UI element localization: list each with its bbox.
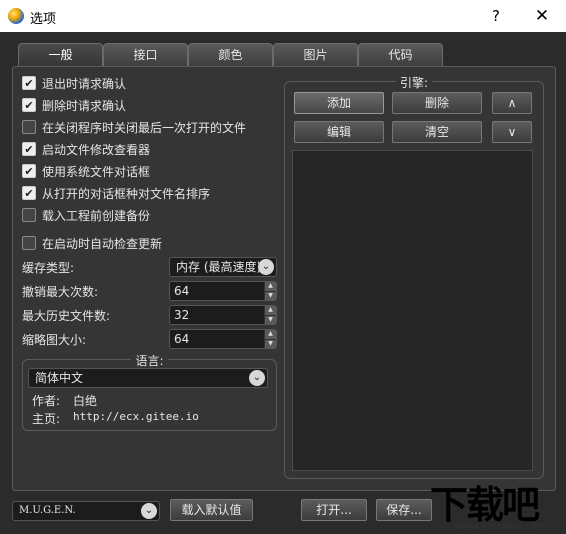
thumbnail-size-label: 缩略图大小: <box>22 333 87 347</box>
undo-max-value: 64 <box>174 284 190 298</box>
engine-list[interactable] <box>292 150 533 471</box>
save-button[interactable]: 保存... <box>376 499 432 521</box>
watermark: 下载吧 www.xiazaiba.com <box>430 474 566 534</box>
history-max-spinbox[interactable]: 32 ▲ ▼ <box>169 305 277 325</box>
homepage-label: 主页: <box>32 412 61 426</box>
load-defaults-button[interactable]: 载入默认值 <box>170 499 253 521</box>
checkbox-checked-icon[interactable]: ✔ <box>22 186 36 200</box>
chevron-down-icon[interactable]: ⌄ <box>258 259 274 275</box>
open-button[interactable]: 打开... <box>301 499 367 521</box>
chevron-down-icon[interactable]: ⌄ <box>141 503 157 519</box>
spin-up-icon[interactable]: ▲ <box>264 330 276 339</box>
checkbox-unchecked-icon[interactable] <box>22 236 36 250</box>
author-label: 作者: <box>32 394 61 408</box>
spin-up-icon[interactable]: ▲ <box>264 282 276 291</box>
option-confirm-delete[interactable]: ✔ 删除时请求确认 <box>22 96 126 114</box>
author-value: 白绝 <box>73 394 98 408</box>
spin-down-icon[interactable]: ▼ <box>264 314 276 324</box>
option-label: 使用系统文件对话框 <box>42 164 151 179</box>
checkbox-checked-icon[interactable]: ✔ <box>22 164 36 178</box>
cache-type-value: 内存 (最高速度) <box>176 260 262 274</box>
cache-type-label: 缓存类型: <box>22 261 75 275</box>
watermark-url: www.xiazaiba.com <box>454 521 547 532</box>
option-sort-filenames[interactable]: ✔ 从打开的对话框种对文件名排序 <box>22 184 210 202</box>
engine-delete-button[interactable]: 删除 <box>392 92 482 114</box>
spin-up-icon[interactable]: ▲ <box>264 306 276 315</box>
title-bar: 选项 ? ✕ <box>0 0 566 32</box>
undo-max-spinbox[interactable]: 64 ▲ ▼ <box>169 281 277 301</box>
option-label: 从打开的对话框种对文件名排序 <box>42 186 211 201</box>
checkbox-unchecked-icon[interactable] <box>22 208 36 222</box>
help-button[interactable]: ? <box>482 4 510 28</box>
checkbox-checked-icon[interactable]: ✔ <box>22 76 36 90</box>
checkbox-unchecked-icon[interactable] <box>22 120 36 134</box>
tab-code[interactable]: 代码 <box>358 43 443 66</box>
option-backup-before-load[interactable]: 载入工程前创建备份 <box>22 206 150 224</box>
spin-down-icon[interactable]: ▼ <box>264 338 276 348</box>
language-value: 简体中文 <box>35 371 84 385</box>
history-max-value: 32 <box>174 308 190 322</box>
language-select[interactable]: 简体中文 ⌄ <box>28 368 268 388</box>
history-max-label: 最大历史文件数: <box>22 309 111 323</box>
option-auto-update[interactable]: 在启动时自动检查更新 <box>22 234 162 252</box>
close-button[interactable]: ✕ <box>526 4 558 28</box>
language-title: 语言: <box>131 354 168 368</box>
app-logo-icon <box>8 8 24 24</box>
cache-type-select[interactable]: 内存 (最高速度) ⌄ <box>169 257 277 277</box>
spin-down-icon[interactable]: ▼ <box>264 290 276 300</box>
option-confirm-exit[interactable]: ✔ 退出时请求确认 <box>22 74 126 92</box>
option-close-last-file[interactable]: 在关闭程序时关闭最后一次打开的文件 <box>22 118 246 136</box>
tab-interface[interactable]: 接口 <box>103 43 188 66</box>
undo-max-label: 撤销最大次数: <box>22 285 99 299</box>
engine-edit-button[interactable]: 编辑 <box>294 121 384 143</box>
chevron-down-icon[interactable]: ⌄ <box>249 370 265 386</box>
checkbox-checked-icon[interactable]: ✔ <box>22 98 36 112</box>
engine-move-down-button[interactable]: ∨ <box>492 121 532 143</box>
tab-general[interactable]: 一般 <box>18 43 103 67</box>
tab-images[interactable]: 图片 <box>273 43 358 66</box>
engine-title: 引擎: <box>395 76 433 90</box>
engine-clear-button[interactable]: 清空 <box>392 121 482 143</box>
option-file-watcher[interactable]: ✔ 启动文件修改查看器 <box>22 140 150 158</box>
engine-move-up-button[interactable]: ∧ <box>492 92 532 114</box>
tab-colors[interactable]: 颜色 <box>188 43 273 66</box>
option-system-dialog[interactable]: ✔ 使用系统文件对话框 <box>22 162 150 180</box>
option-label: 载入工程前创建备份 <box>42 208 151 223</box>
option-label: 在关闭程序时关闭最后一次打开的文件 <box>42 120 247 135</box>
thumbnail-size-spinbox[interactable]: 64 ▲ ▼ <box>169 329 277 349</box>
option-label: 启动文件修改查看器 <box>42 142 151 157</box>
homepage-value: http://ecx.gitee.io <box>73 410 199 423</box>
profile-select[interactable]: M.U.G.E.N. ⌄ <box>12 501 160 521</box>
option-label: 删除时请求确认 <box>42 98 127 113</box>
checkbox-checked-icon[interactable]: ✔ <box>22 142 36 156</box>
engine-add-button[interactable]: 添加 <box>294 92 384 114</box>
profile-value: M.U.G.E.N. <box>19 505 76 516</box>
thumbnail-size-value: 64 <box>174 332 190 346</box>
option-label: 退出时请求确认 <box>42 76 127 91</box>
option-label: 在启动时自动检查更新 <box>42 236 163 251</box>
window-title: 选项 <box>30 12 57 27</box>
